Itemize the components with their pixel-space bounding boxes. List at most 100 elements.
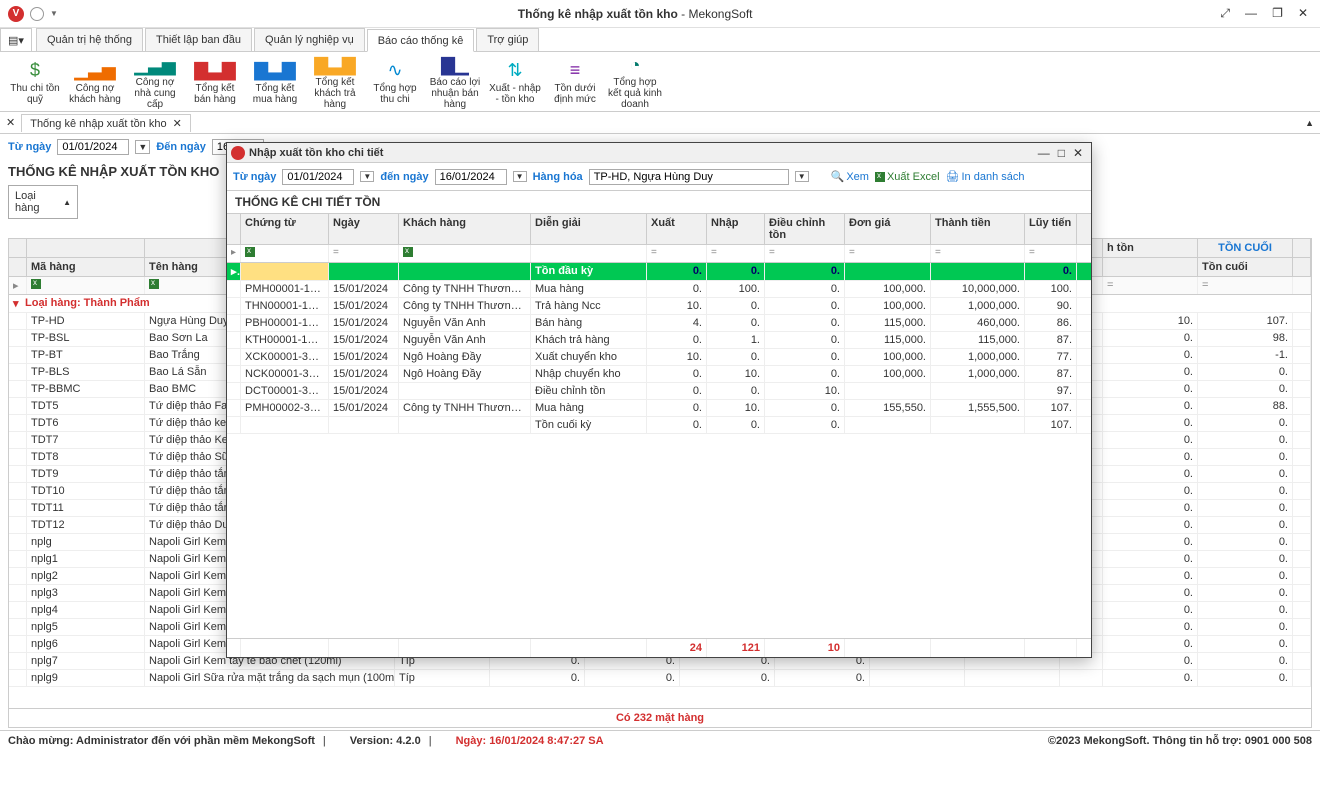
ribbon-label: Công nợ khách hàng	[68, 83, 122, 105]
ribbon-button[interactable]: ▇▃▇Tổng kết bán hàng	[186, 57, 244, 107]
excel-filter-icon[interactable]	[149, 279, 159, 289]
dcol-n[interactable]: Nhập	[707, 214, 765, 244]
ribbon-button[interactable]: ∿Tổng hợp thu chi	[366, 57, 424, 107]
chevron-down-icon[interactable]: ▼	[795, 171, 809, 182]
dcol-tt[interactable]: Thành tiền	[931, 214, 1025, 244]
grid-total-row: Có 232 mặt hàng	[9, 708, 1311, 727]
print-button[interactable]: 🖨In danh sách	[946, 170, 1025, 183]
detail-grid-total: 24 121 10	[227, 638, 1091, 657]
excel-filter-icon[interactable]	[31, 279, 41, 289]
detail-row[interactable]: Tồn cuối kỳ0.0.0.107.	[227, 417, 1091, 434]
col-ma[interactable]: Mã hàng	[27, 258, 145, 276]
ribbon-icon: ∿	[368, 59, 422, 83]
file-menu-icon[interactable]: ▤▾	[0, 28, 32, 51]
ribbon-label: Thu chi tồn quỹ	[8, 83, 62, 105]
col-toncuoi[interactable]: Tồn cuối	[1198, 258, 1293, 276]
table-row[interactable]: nplg9Napoli Girl Sữa rửa mặt trắng da sạ…	[9, 670, 1311, 687]
detail-row[interactable]: PBH00001-1907...15/01/2024Nguyễn Văn Anh…	[227, 315, 1091, 332]
maximize-icon[interactable]: ❐	[1268, 4, 1287, 22]
chevron-down-icon[interactable]: ▼	[50, 9, 58, 18]
menu-tab[interactable]: Quản trị hệ thống	[36, 28, 143, 51]
excel-filter-icon[interactable]	[245, 247, 255, 257]
from-date-input[interactable]	[57, 139, 129, 155]
detail-close-icon[interactable]: ✕	[1069, 146, 1087, 160]
dcol-ct[interactable]: Chứng từ	[241, 214, 329, 244]
search-icon: 🔍	[831, 170, 845, 183]
chevron-up-icon: ▲	[63, 198, 71, 207]
ribbon-button[interactable]: ▇▃▇Tổng kết khách trả hàng	[306, 51, 364, 112]
col-tonkho[interactable]	[1103, 258, 1198, 276]
detail-to-input[interactable]	[435, 169, 507, 185]
ribbon-label: Tồn dưới định mức	[548, 83, 602, 105]
detail-prod-label: Hàng hóa	[533, 171, 583, 183]
minimize-icon[interactable]: —	[1241, 4, 1261, 22]
ribbon-label: Công nợ nhà cung cấp	[128, 77, 182, 110]
ribbon-button[interactable]: ▁▃▅Công nợ khách hàng	[66, 57, 124, 107]
detail-row[interactable]: KTH00001-1907...15/01/2024Nguyễn Văn Anh…	[227, 332, 1091, 349]
excel-filter-icon[interactable]	[403, 247, 413, 257]
close-all-tabs-icon[interactable]: ✕	[6, 116, 15, 129]
tab-inventory-report[interactable]: Thống kê nhập xuất tồn kho✕	[21, 114, 191, 132]
tab-close-icon[interactable]: ✕	[173, 118, 182, 130]
tab-overflow-icon[interactable]: ▲	[1305, 118, 1314, 128]
ribbon-label: Tổng kết khách trả hàng	[308, 77, 362, 110]
detail-grid-header: Chứng từ Ngày Khách hàng Diễn giải Xuất …	[227, 213, 1091, 245]
detail-row[interactable]: THN00001-1907...15/01/2024Công ty TNHH T…	[227, 298, 1091, 315]
ribbon-button[interactable]: ▇▃▇Tổng kết mua hàng	[246, 57, 304, 107]
ribbon-icon: ▇▃▇	[308, 53, 362, 77]
menu-tab[interactable]: Trợ giúp	[476, 28, 539, 51]
dcol-x[interactable]: Xuất	[647, 214, 707, 244]
detail-grid-filter[interactable]: ▸ = === ===	[227, 245, 1091, 263]
dcol-dc[interactable]: Điều chỉnh tồn	[765, 214, 845, 244]
detail-grid: Chứng từ Ngày Khách hàng Diễn giải Xuất …	[227, 213, 1091, 657]
ribbon-icon: ▁▃▅	[68, 59, 122, 83]
window-titlebar: V ▼ Thống kê nhập xuất tồn kho - MekongS…	[0, 0, 1320, 28]
detail-maximize-icon[interactable]: □	[1054, 146, 1069, 160]
detail-row[interactable]: XCK00001-3008...15/01/2024Ngô Hoàng ĐầyX…	[227, 349, 1091, 366]
close-icon[interactable]: ✕	[1294, 4, 1312, 22]
from-date-dropdown-icon[interactable]: ▼	[135, 140, 150, 154]
ribbon-button[interactable]: ▁▃▅Công nợ nhà cung cấp	[126, 51, 184, 112]
dcol-dg[interactable]: Diễn giải	[531, 214, 647, 244]
detail-prod-input[interactable]	[589, 169, 789, 185]
col-tonkho-group[interactable]: h tồn	[1103, 239, 1198, 257]
detail-row[interactable]: PMH00002-3008...15/01/2024Công ty TNHH T…	[227, 400, 1091, 417]
status-welcome: Chào mừng: Administrator đến với phần mề…	[8, 735, 315, 747]
dcol-lt[interactable]: Lũy tiến	[1025, 214, 1077, 244]
menu-tab[interactable]: Báo cáo thống kê	[367, 29, 475, 52]
menu-tab[interactable]: Quản lý nghiệp vụ	[254, 28, 365, 51]
menu-bar: ▤▾ Quản trị hệ thốngThiết lập ban đầuQuả…	[0, 28, 1320, 52]
quick-access-icon[interactable]	[30, 7, 44, 21]
ribbon-button[interactable]: ▇▁Báo cáo lợi nhuận bán hàng	[426, 51, 484, 112]
dcol-don[interactable]: Đơn giá	[845, 214, 931, 244]
ribbon-icon: ⇅	[488, 59, 542, 83]
to-date-label: Đến ngày	[156, 141, 206, 153]
chevron-down-icon[interactable]: ▼	[513, 171, 527, 182]
detail-minimize-icon[interactable]: —	[1034, 146, 1054, 160]
export-excel-button[interactable]: Xuất Excel	[875, 171, 940, 183]
ribbon-button[interactable]: ≡Tồn dưới định mức	[546, 57, 604, 107]
detail-window: Nhập xuất tồn kho chi tiết — □ ✕ Từ ngày…	[226, 142, 1092, 658]
ribbon-button[interactable]: ⇅Xuất - nhập - tồn kho	[486, 57, 544, 107]
collapse-ribbon-icon[interactable]: ⤢	[1216, 4, 1234, 22]
detail-row[interactable]: PMH00001-1907...15/01/2024Công ty TNHH T…	[227, 281, 1091, 298]
detail-row[interactable]: NCK00001-3008...15/01/2024Ngô Hoàng ĐầyN…	[227, 366, 1091, 383]
dcol-ng[interactable]: Ngày	[329, 214, 399, 244]
ribbon-label: Tổng kết mua hàng	[248, 83, 302, 105]
view-button[interactable]: 🔍Xem	[831, 170, 869, 183]
detail-subtitle: THỐNG KÊ CHI TIẾT TỒN	[227, 191, 1091, 213]
col-toncuoi-group[interactable]: TỒN CUỐI	[1198, 239, 1293, 257]
dcol-kh[interactable]: Khách hàng	[399, 214, 531, 244]
detail-to-label: đến ngày	[380, 171, 428, 183]
menu-tab[interactable]: Thiết lập ban đầu	[145, 28, 252, 51]
chevron-down-icon[interactable]: ▼	[360, 171, 374, 182]
ribbon-icon: ≡	[548, 59, 602, 83]
detail-row[interactable]: DCT00001-300...15/01/2024Điều chỉnh tồn0…	[227, 383, 1091, 400]
status-copyright: ©2023 MekongSoft. Thông tin hỗ trợ: 0901…	[1048, 735, 1312, 747]
ribbon-toolbar: $Thu chi tồn quỹ▁▃▅Công nợ khách hàng▁▃▅…	[0, 52, 1320, 112]
ribbon-button[interactable]: $Thu chi tồn quỹ	[6, 57, 64, 107]
group-by-selector[interactable]: Loại hàng▲	[8, 185, 78, 219]
detail-from-input[interactable]	[282, 169, 354, 185]
detail-row[interactable]: ▸Tồn đầu kỳ0.0.0.0.	[227, 263, 1091, 281]
ribbon-button[interactable]: ◔Tổng hợp kết quả kinh doanh	[606, 51, 664, 112]
